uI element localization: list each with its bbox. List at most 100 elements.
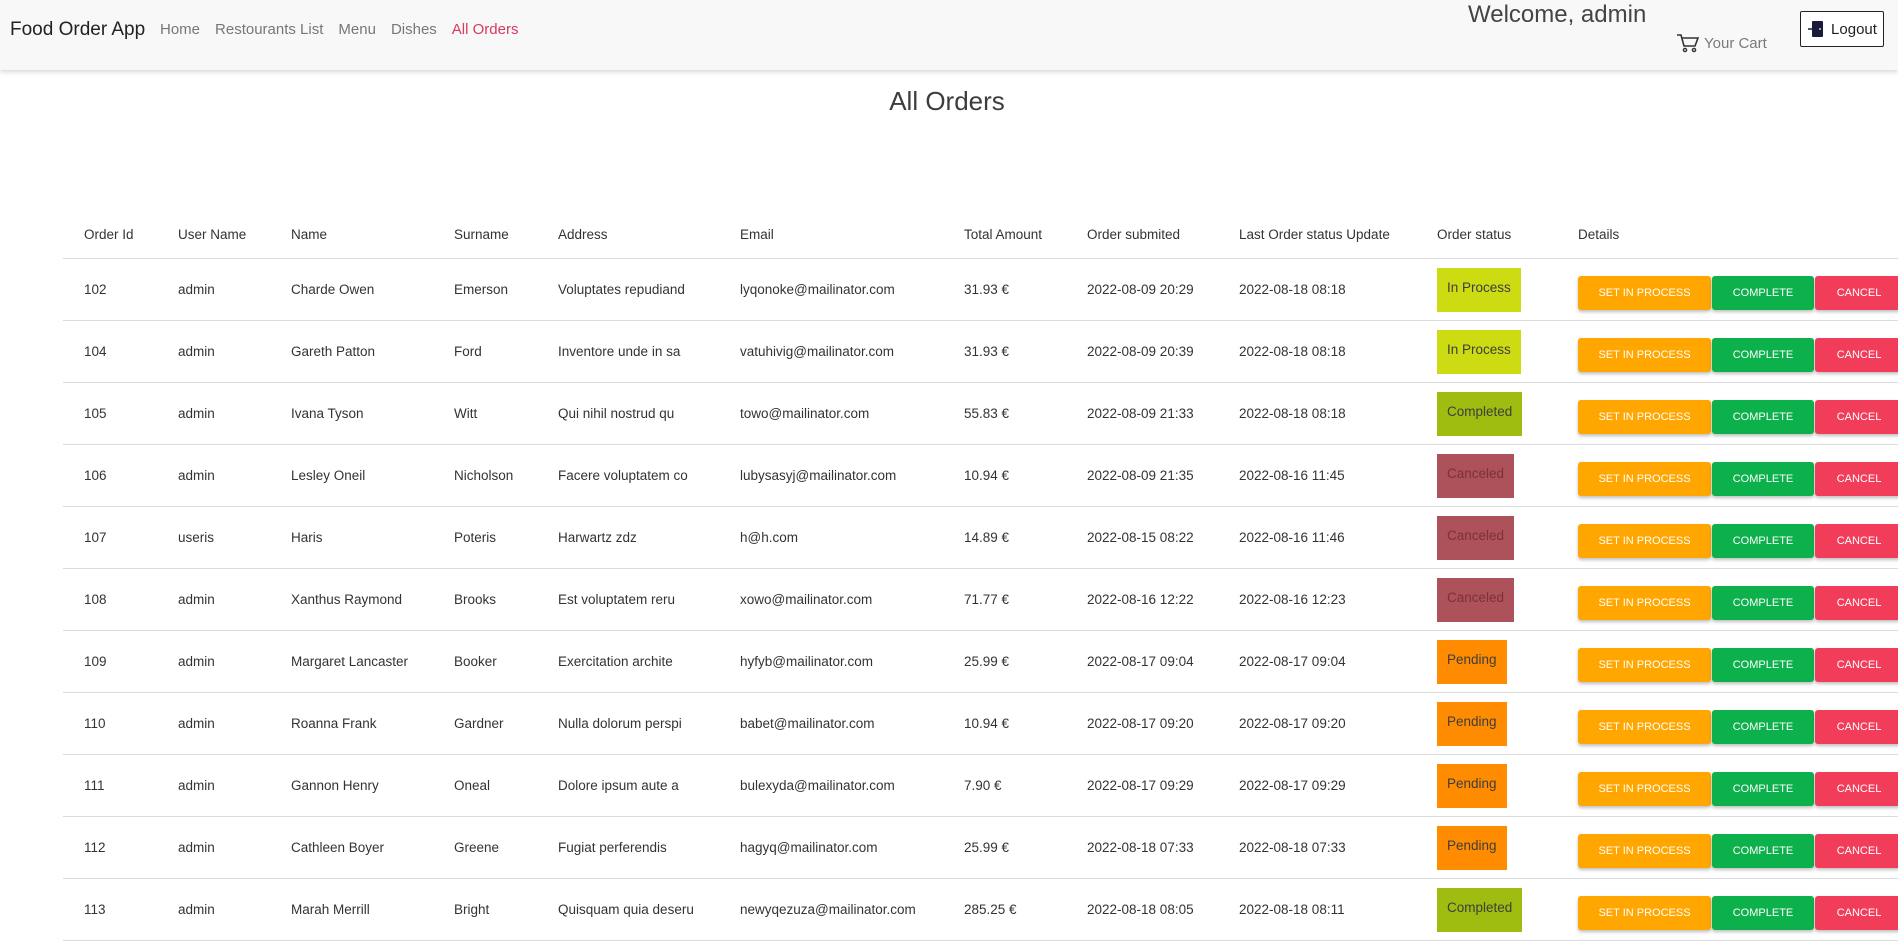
col-header-order-id: Order Id	[63, 210, 157, 259]
order-actions: SET IN PROCESS COMPLETE CANCEL	[1578, 890, 1898, 930]
cancel-button[interactable]: CANCEL	[1815, 275, 1898, 310]
cell-details: SET IN PROCESS COMPLETE CANCEL	[1557, 506, 1898, 569]
cell-order-submitted: 2022-08-09 20:29	[1066, 258, 1218, 321]
status-badge: Canceled	[1437, 515, 1515, 560]
status-badge: Canceled	[1437, 453, 1515, 498]
set-in-process-button[interactable]: SET IN PROCESS	[1578, 585, 1711, 620]
cancel-button[interactable]: CANCEL	[1815, 833, 1898, 868]
cell-last-update: 2022-08-17 09:29	[1218, 754, 1416, 817]
complete-button[interactable]: COMPLETE	[1712, 585, 1814, 620]
complete-button[interactable]: COMPLETE	[1712, 337, 1814, 372]
cart-link[interactable]: Your Cart	[1676, 33, 1767, 53]
cell-last-update: 2022-08-17 09:20	[1218, 692, 1416, 755]
complete-button[interactable]: COMPLETE	[1712, 523, 1814, 558]
set-in-process-button[interactable]: SET IN PROCESS	[1578, 523, 1711, 558]
table-row: 105 admin Ivana Tyson Witt Qui nihil nostrud…	[63, 382, 1898, 445]
complete-button[interactable]: COMPLETE	[1712, 833, 1814, 868]
complete-button[interactable]: COMPLETE	[1712, 647, 1814, 682]
cell-name: Haris	[270, 506, 433, 569]
cell-total-amount: 25.99 €	[943, 816, 1066, 879]
cancel-button[interactable]: CANCEL	[1815, 709, 1898, 744]
complete-button[interactable]: COMPLETE	[1712, 399, 1814, 434]
table-row: 111 admin Gannon Henry Oneal Dolore ipsum au…	[63, 754, 1898, 817]
cancel-button[interactable]: CANCEL	[1815, 337, 1898, 372]
cell-address: Voluptates repudiand	[537, 258, 719, 321]
cell-email: h@h.com	[719, 506, 943, 569]
cell-order-submitted: 2022-08-17 09:20	[1066, 692, 1218, 755]
order-actions: SET IN PROCESS COMPLETE CANCEL	[1578, 332, 1898, 372]
status-badge: Completed	[1437, 391, 1523, 436]
col-header-address: Address	[537, 210, 719, 259]
table-row: 108 admin Xanthus Raymond Brooks Est volupta…	[63, 568, 1898, 631]
cell-total-amount: 55.83 €	[943, 382, 1066, 445]
cell-email: babet@mailinator.com	[719, 692, 943, 755]
brand-link[interactable]: Food Order App	[10, 19, 145, 41]
status-badge: Pending	[1437, 825, 1507, 870]
complete-button[interactable]: COMPLETE	[1712, 275, 1814, 310]
set-in-process-button[interactable]: SET IN PROCESS	[1578, 709, 1711, 744]
cancel-button[interactable]: CANCEL	[1815, 647, 1898, 682]
set-in-process-button[interactable]: SET IN PROCESS	[1578, 399, 1711, 434]
cell-surname: Greene	[433, 816, 537, 879]
cancel-button[interactable]: CANCEL	[1815, 771, 1898, 806]
cell-total-amount: 14.89 €	[943, 506, 1066, 569]
complete-button[interactable]: COMPLETE	[1712, 771, 1814, 806]
cell-total-amount: 10.94 €	[943, 444, 1066, 507]
cell-surname: Booker	[433, 630, 537, 693]
col-header-surname: Surname	[433, 210, 537, 259]
logout-button[interactable]: Logout	[1800, 11, 1884, 47]
cell-order-id: 108	[63, 568, 157, 631]
complete-button[interactable]: COMPLETE	[1712, 709, 1814, 744]
nav-link-restaurants[interactable]: Restourants List	[215, 21, 323, 38]
cancel-button[interactable]: CANCEL	[1815, 399, 1898, 434]
set-in-process-button[interactable]: SET IN PROCESS	[1578, 771, 1711, 806]
col-header-user-name: User Name	[157, 210, 270, 259]
set-in-process-button[interactable]: SET IN PROCESS	[1578, 895, 1711, 930]
cell-user-name: admin	[157, 444, 270, 507]
complete-button[interactable]: COMPLETE	[1712, 461, 1814, 496]
cell-user-name: useris	[157, 506, 270, 569]
cell-order-id: 102	[63, 258, 157, 321]
cell-order-status: In Process	[1416, 320, 1557, 383]
table-row: 107 useris Haris Poteris Harwartz zdz h@h.com…	[63, 506, 1898, 569]
cell-name: Ivana Tyson	[270, 382, 433, 445]
cell-total-amount: 31.93 €	[943, 320, 1066, 383]
nav-links: Home Restourants List Menu Dishes All Or…	[160, 21, 533, 38]
cell-order-status: Canceled	[1416, 506, 1557, 569]
cancel-button[interactable]: CANCEL	[1815, 523, 1898, 558]
cell-name: Charde Owen	[270, 258, 433, 321]
set-in-process-button[interactable]: SET IN PROCESS	[1578, 275, 1711, 310]
cell-order-submitted: 2022-08-16 12:22	[1066, 568, 1218, 631]
cancel-button[interactable]: CANCEL	[1815, 895, 1898, 930]
table-row: 109 admin Margaret Lancaster Booker Exercita…	[63, 630, 1898, 693]
cell-details: SET IN PROCESS COMPLETE CANCEL	[1557, 258, 1898, 321]
order-actions: SET IN PROCESS COMPLETE CANCEL	[1578, 270, 1898, 310]
cell-last-update: 2022-08-16 11:45	[1218, 444, 1416, 507]
set-in-process-button[interactable]: SET IN PROCESS	[1578, 461, 1711, 496]
set-in-process-button[interactable]: SET IN PROCESS	[1578, 647, 1711, 682]
cell-name: Margaret Lancaster	[270, 630, 433, 693]
table-row: 113 admin Marah Merrill Bright Quisquam quia…	[63, 878, 1898, 941]
nav-link-all-orders[interactable]: All Orders	[452, 21, 519, 38]
cell-order-id: 112	[63, 816, 157, 879]
cancel-button[interactable]: CANCEL	[1815, 585, 1898, 620]
nav-link-home[interactable]: Home	[160, 21, 200, 38]
set-in-process-button[interactable]: SET IN PROCESS	[1578, 833, 1711, 868]
nav-link-menu[interactable]: Menu	[338, 21, 376, 38]
cell-name: Roanna Frank	[270, 692, 433, 755]
welcome-message: Welcome, admin	[1468, 1, 1647, 28]
cell-total-amount: 7.90 €	[943, 754, 1066, 817]
cell-total-amount: 10.94 €	[943, 692, 1066, 755]
cell-last-update: 2022-08-17 09:04	[1218, 630, 1416, 693]
logout-icon	[1808, 21, 1824, 37]
cell-surname: Ford	[433, 320, 537, 383]
cell-address: Quisquam quia deseru	[537, 878, 719, 941]
set-in-process-button[interactable]: SET IN PROCESS	[1578, 337, 1711, 372]
cancel-button[interactable]: CANCEL	[1815, 461, 1898, 496]
cell-user-name: admin	[157, 382, 270, 445]
complete-button[interactable]: COMPLETE	[1712, 895, 1814, 930]
cell-order-status: Completed	[1416, 382, 1557, 445]
status-badge: Pending	[1437, 701, 1507, 746]
cell-name: Xanthus Raymond	[270, 568, 433, 631]
nav-link-dishes[interactable]: Dishes	[391, 21, 437, 38]
